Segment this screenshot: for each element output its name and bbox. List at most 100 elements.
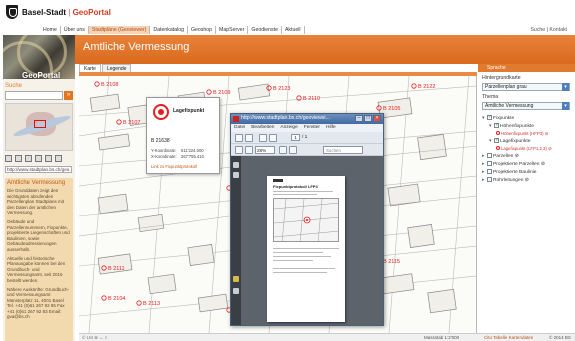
nav-item-aktuell[interactable]: Aktuell: [282, 26, 305, 34]
layer-checkbox[interactable]: [487, 169, 492, 174]
background-map-select[interactable]: Parzellenplan grau: [482, 83, 570, 91]
nav-item-geodienste[interactable]: Geodienste: [248, 26, 282, 34]
document-title: Fixpunktprotokoll LFP3: [273, 184, 318, 189]
comment-icon[interactable]: [233, 276, 239, 282]
layer-label: Lagefixpunkte: [500, 139, 531, 144]
menu-fenster[interactable]: Fenster: [301, 124, 323, 132]
layer-checkbox[interactable]: [487, 114, 492, 120]
info-contact: Nähere Auskünfte: Grundbuch- und Vermess…: [7, 286, 70, 320]
fixpoint-marker[interactable]: [94, 81, 100, 87]
search-go-button[interactable]: »: [64, 91, 73, 100]
fixpoint-marker[interactable]: [101, 295, 107, 301]
nav-item-datenkatalog[interactable]: Datenkatalog: [150, 26, 188, 34]
overview-map[interactable]: [5, 103, 73, 151]
tab-legende[interactable]: Legende: [101, 64, 132, 72]
layer-item[interactable]: ▾Fixpunkte: [482, 114, 514, 122]
help-icon[interactable]: [45, 155, 52, 162]
search-label: Suche: [5, 83, 23, 89]
permalink-field[interactable]: http://www.stadtplan.bs.ch/geo...: [5, 166, 72, 173]
overview-extent-frame[interactable]: [34, 120, 46, 128]
theme-select[interactable]: Amtliche Vermessung: [482, 102, 570, 110]
layer-label: Höhenfixpunkte: [500, 124, 534, 129]
layer-item[interactable]: ▸ Projektierte Baulinie: [482, 169, 537, 176]
nav-item-mapserver[interactable]: MapServer: [216, 26, 249, 34]
fit-page-icon[interactable]: [279, 146, 287, 154]
pdf-search-input[interactable]: Suchen: [323, 146, 363, 154]
brand-name: Basel-Stadt: [22, 8, 67, 17]
acrobat-icon: [233, 116, 239, 122]
info-icon[interactable]: [55, 155, 62, 162]
tab-karte[interactable]: Karte: [79, 64, 101, 72]
attachments-icon[interactable]: [233, 172, 239, 178]
popup-title: Lagefixpunkt: [173, 108, 205, 114]
nav-item-home[interactable]: Home: [40, 26, 61, 34]
pages-icon[interactable]: [233, 162, 239, 168]
background-map-label: Hintergrundkarte: [482, 75, 521, 81]
menu-anzeige[interactable]: Anzeige: [277, 124, 300, 132]
layer-item[interactable]: ▸ Projektierte Parzellen ⊘: [482, 161, 545, 168]
layer-item[interactable]: ▸ Rohrleitungen ⊘: [482, 177, 529, 184]
fixpoint-label: B 2108: [101, 82, 118, 88]
scale-indicator[interactable]: Massstab 1:2'000: [424, 335, 459, 340]
fixpoint-protocol-link[interactable]: Link zu Fixpunktprotokoll: [151, 164, 197, 169]
print-icon[interactable]: [5, 155, 12, 162]
maximize-button[interactable]: □: [364, 115, 372, 122]
layer-checkbox[interactable]: [487, 153, 492, 158]
layer-item[interactable]: ▾Höhenfixpunkte: [489, 122, 534, 130]
pdf-window-titlebar[interactable]: http://www.stadtplan.bs.ch/geoviewsi... …: [231, 114, 383, 124]
fixpoint-label: B 2110: [303, 96, 320, 102]
fixpoint-marker[interactable]: [136, 300, 142, 306]
layer-item[interactable]: Höhenfixpunkt (HFP3) ⊘: [496, 131, 548, 137]
zoom-out-icon[interactable]: [235, 146, 243, 154]
menu-bearbeiten[interactable]: Bearbeiten: [248, 124, 277, 132]
pdf-document-viewport[interactable]: Fixpunktprotokoll LFP3: [241, 156, 383, 325]
layer-label: Lagefixpunkt (LFP1,2,3) ⊘: [501, 146, 552, 151]
mail-icon[interactable]: [25, 155, 32, 162]
nav-item-about[interactable]: Über uns: [61, 26, 89, 34]
nav-item-stadtplaene[interactable]: Stadtpläne (Geoviewer): [88, 26, 151, 34]
fit-width-icon[interactable]: [289, 146, 297, 154]
layer-checkbox[interactable]: [487, 161, 492, 166]
nav-item-geoshop[interactable]: Geoshop: [188, 26, 217, 34]
layer-label: Höhenfixpunkt (HFP3) ⊘: [501, 131, 549, 136]
minimize-button[interactable]: –: [355, 115, 363, 122]
email-icon[interactable]: [245, 134, 253, 142]
layer-label: Projektierte Baulinie: [493, 170, 537, 175]
layer-label: Rohrleitungen ⊘: [493, 178, 529, 183]
zoom-in-icon[interactable]: [245, 146, 253, 154]
menu-hilfe[interactable]: Hilfe: [323, 124, 339, 132]
popup-row-y: Y-Koordinate: 611'224.000: [151, 148, 204, 153]
layer-checkbox[interactable]: [494, 137, 499, 143]
feature-info-popup[interactable]: Lagefixpunkt B 21638 Y-Koordinate: 611'22…: [146, 97, 220, 174]
close-button[interactable]: ×: [373, 115, 381, 122]
layer-item[interactable]: ▾Lagefixpunkte: [489, 137, 531, 145]
language-selector[interactable]: Sprache: [487, 65, 506, 72]
link-icon[interactable]: [35, 155, 42, 162]
brand-subtitle: GeoPortal: [72, 8, 111, 17]
menu-datei[interactable]: Datei: [231, 124, 248, 132]
fixpoint-marker[interactable]: [206, 89, 212, 95]
page-down-icon[interactable]: [269, 134, 277, 142]
pdf-viewer-window[interactable]: http://www.stadtplan.bs.ch/geoviewsi... …: [230, 113, 384, 326]
layer-checkbox[interactable]: [494, 122, 499, 128]
pdf-navigation-pane: [231, 156, 241, 325]
copyright-link[interactable]: Cito Tabelle Kartendaten: [484, 335, 533, 340]
search-input[interactable]: [5, 91, 63, 100]
layer-item[interactable]: Lagefixpunkt (LFP1,2,3) ⊘: [496, 146, 552, 152]
nav-search-contact[interactable]: Suche | Kontakt: [530, 26, 567, 34]
page-up-icon[interactable]: [259, 134, 267, 142]
basel-logo-icon[interactable]: [6, 5, 18, 19]
attach-icon[interactable]: [233, 288, 239, 294]
page-title: Amtliche Vermessung: [83, 41, 190, 53]
layer-checkbox[interactable]: [487, 177, 492, 182]
fixpoint-marker[interactable]: [116, 119, 122, 125]
map-tools-status[interactable]: © LM ⊕ ↔ ⌕: [82, 335, 107, 341]
print-icon[interactable]: [235, 134, 243, 142]
brand-title[interactable]: Basel-Stadt | GeoPortal: [22, 8, 111, 17]
layer-item[interactable]: ▸ Parzellen ⊘: [482, 153, 519, 160]
fixpoint-marker[interactable]: [411, 83, 417, 89]
pdf-icon[interactable]: [15, 155, 22, 162]
pdf-page: Fixpunktprotokoll LFP3: [267, 176, 345, 322]
page-number-input[interactable]: 1: [291, 134, 300, 141]
zoom-select[interactable]: 28%: [255, 146, 275, 154]
